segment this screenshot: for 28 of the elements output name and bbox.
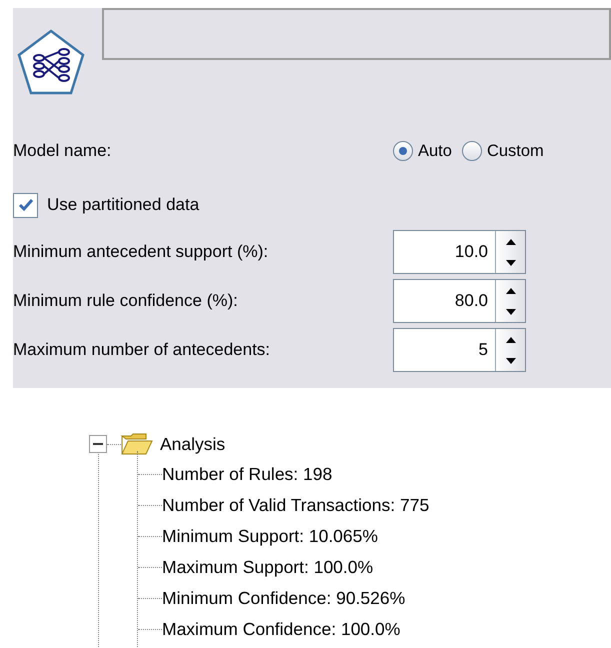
tree-item[interactable]: Number of Valid Transactions: 775 [162, 492, 430, 519]
checkmark-icon [18, 198, 34, 212]
checkbox-label: Use partitioned data [47, 194, 200, 216]
spinner-value: 80.0 [454, 290, 489, 312]
tree-item[interactable]: Minimum Confidence: 90.526% [162, 585, 406, 612]
node-icon [16, 28, 86, 96]
spinner-value: 5 [478, 339, 489, 362]
spinner-field[interactable]: 5 [393, 328, 526, 372]
tree-item[interactable]: Minimum Support: 10.065% [162, 523, 378, 550]
tree-node-label[interactable]: Analysis [160, 430, 226, 458]
tree-item[interactable]: Maximum Confidence: 100.0% [162, 616, 400, 643]
spinner-field[interactable]: 10.0 [393, 230, 526, 274]
checkbox[interactable] [13, 192, 38, 218]
field-label: Model name: [13, 140, 112, 162]
field-label: Maximum number of antecedents: [13, 339, 272, 362]
radio-label: Auto [418, 140, 452, 162]
collapse-toggle[interactable] [89, 435, 107, 453]
tree-item[interactable]: Number of Rules: 198 [162, 461, 332, 488]
radio-button[interactable] [462, 141, 482, 161]
tree-item[interactable]: Maximum Support: 100.0% [162, 554, 374, 581]
name-field[interactable] [102, 8, 611, 60]
folder-icon [121, 433, 153, 455]
radio-label: Custom [486, 140, 544, 162]
spinner-value: 10.0 [454, 241, 489, 264]
radio-button[interactable] [393, 141, 413, 161]
field-label: Minimum antecedent support (%): [13, 241, 270, 264]
spinner-field[interactable]: 80.0 [393, 279, 526, 323]
field-label: Minimum rule confidence (%): [13, 290, 239, 312]
